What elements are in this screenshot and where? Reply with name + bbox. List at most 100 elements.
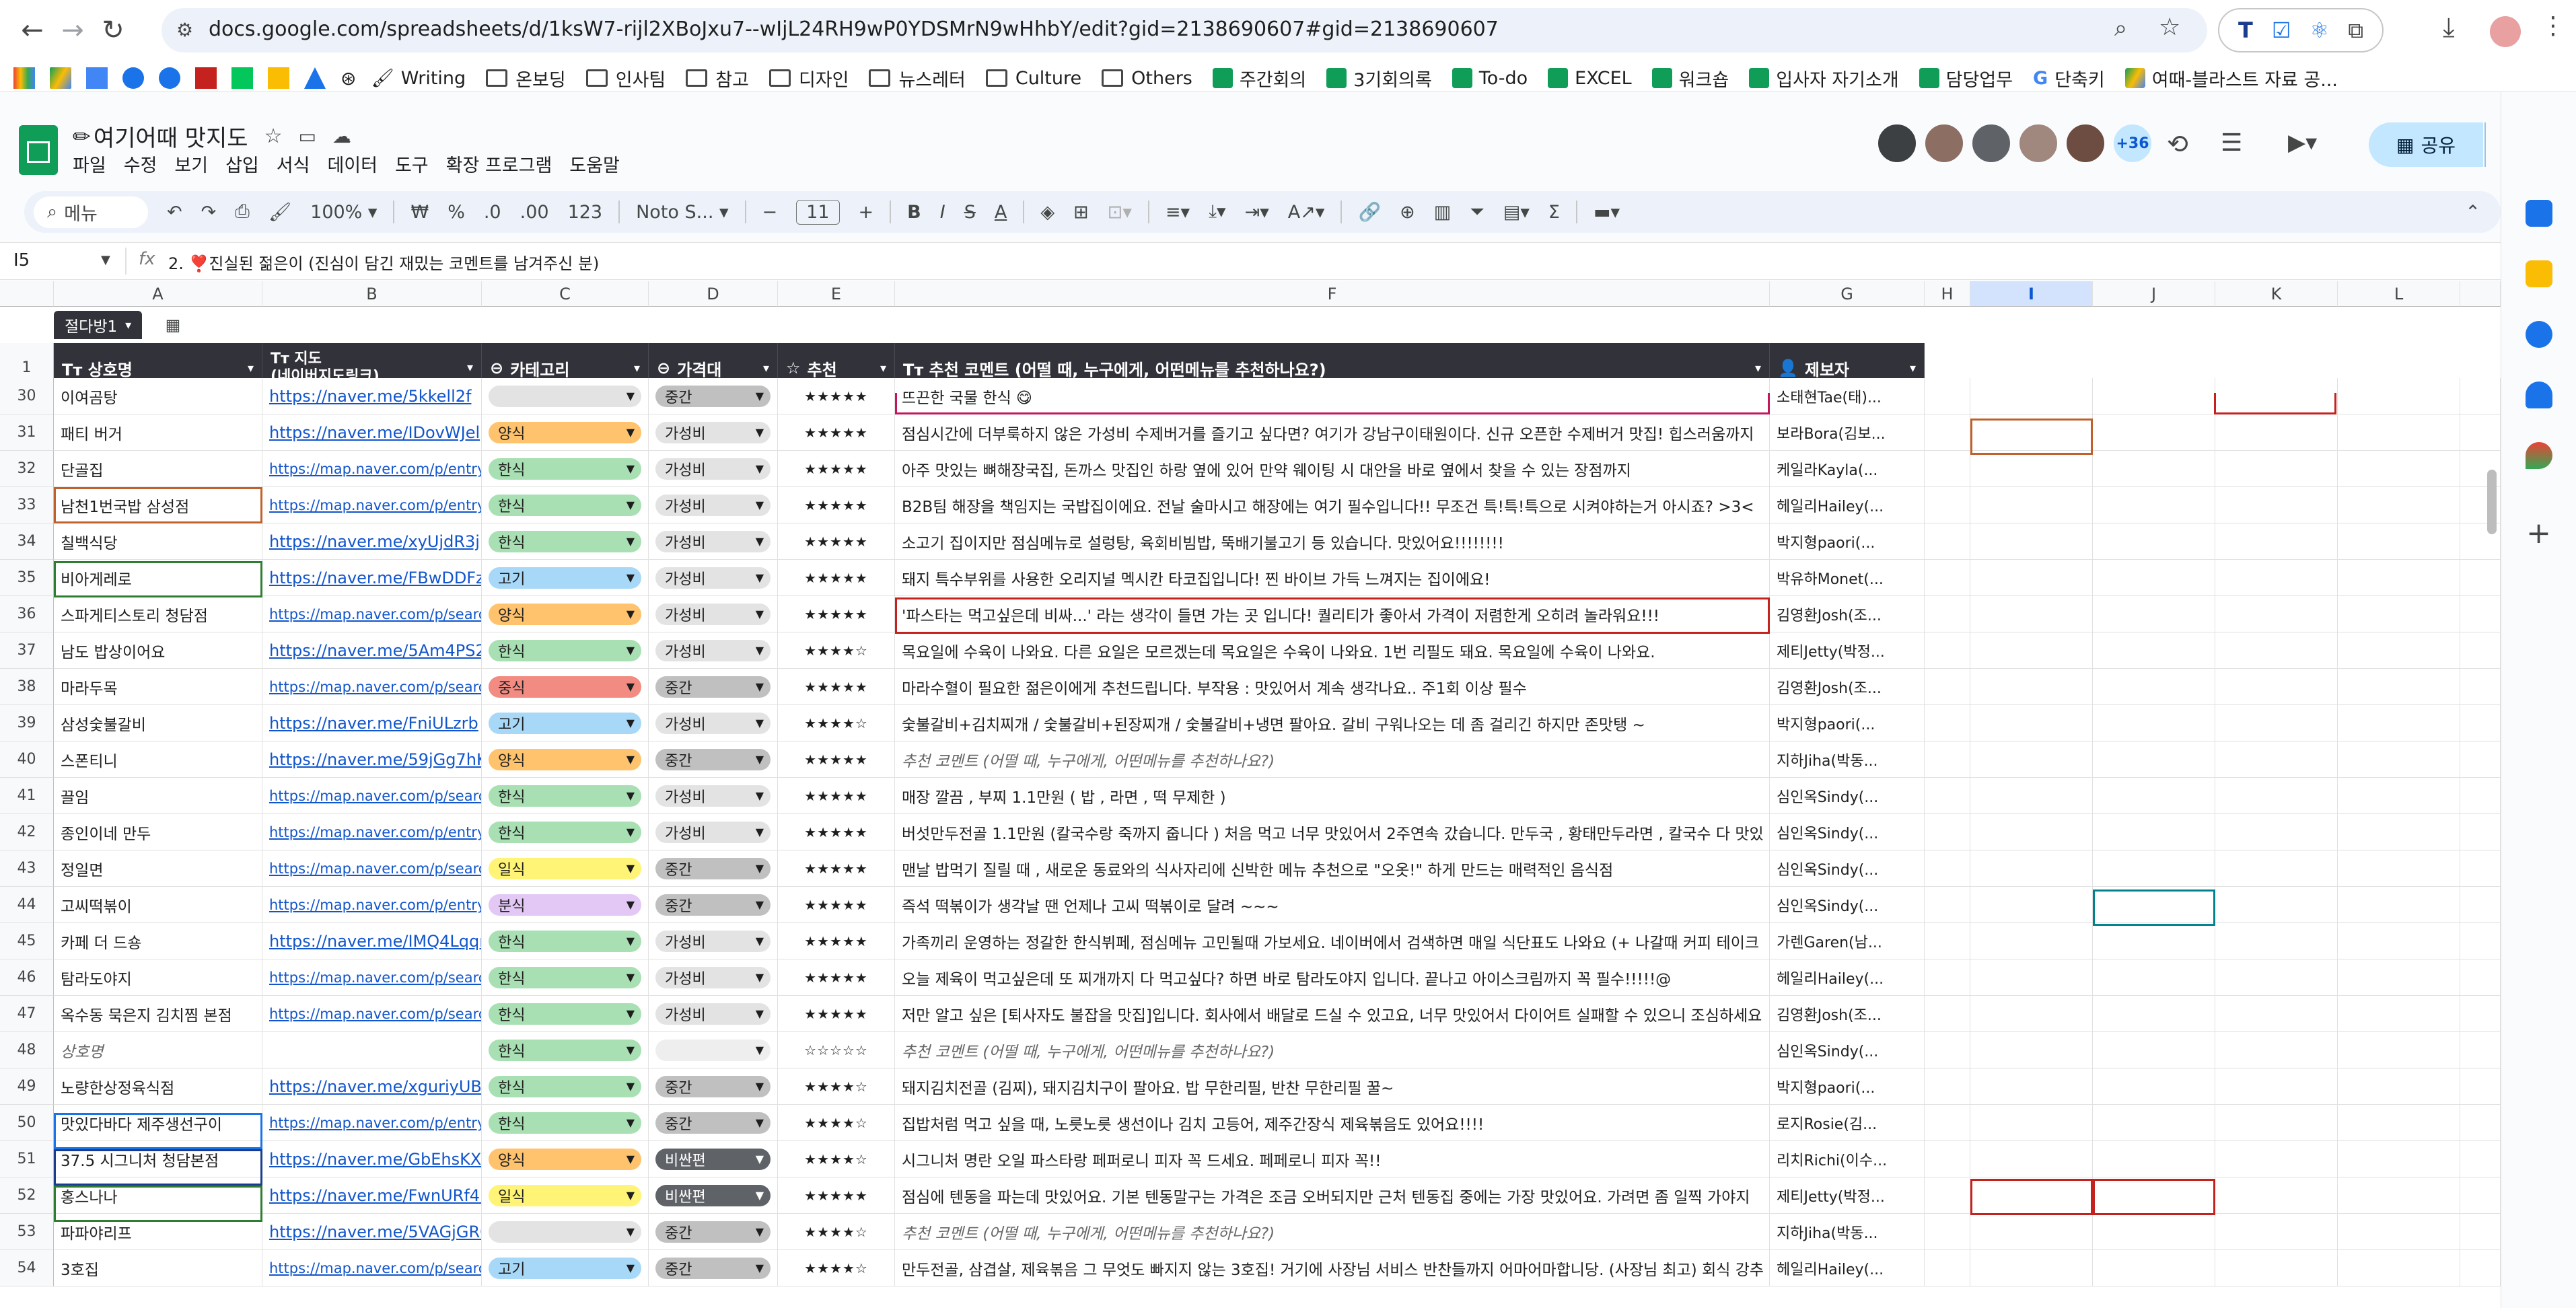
star-icon[interactable]: ☆: [264, 124, 283, 148]
row-header[interactable]: 54: [0, 1250, 54, 1286]
price-cell[interactable]: 중간 ▼: [649, 669, 778, 705]
category-chip[interactable]: 한식 ▼: [489, 639, 641, 661]
empty-cell[interactable]: [1925, 887, 1970, 923]
store-name-cell[interactable]: 탐라도야지: [54, 959, 262, 996]
map-link-cell[interactable]: https://naver.me/FwnURf4m: [262, 1177, 482, 1214]
store-name-cell[interactable]: 고씨떡볶이: [54, 887, 262, 923]
price-cell[interactable]: 가성비 ▼: [649, 778, 778, 814]
strikethrough-icon[interactable]: S: [964, 202, 976, 223]
row-header[interactable]: 34: [0, 523, 54, 560]
column-header-i[interactable]: I: [1970, 281, 2093, 307]
map-link-cell[interactable]: https://naver.me/5VAGjGRQ: [262, 1214, 482, 1250]
map-link-cell[interactable]: https://naver.me/5Am4PS2t: [262, 632, 482, 669]
bookmark-3rd-minutes[interactable]: 3기회의록: [1326, 63, 1432, 93]
store-name-cell[interactable]: 삼성숯불갈비: [54, 705, 262, 741]
row-header[interactable]: 30: [0, 378, 54, 414]
bold-icon[interactable]: B: [907, 202, 921, 223]
row-header[interactable]: 50: [0, 1105, 54, 1141]
empty-cell[interactable]: [2338, 741, 2460, 778]
category-chip[interactable]: ▼: [489, 385, 641, 407]
rating-cell[interactable]: ★★★★☆: [778, 1105, 895, 1141]
column-header-c[interactable]: C: [482, 281, 649, 307]
collaborator-count[interactable]: +36: [2112, 122, 2153, 164]
price-cell[interactable]: 가성비 ▼: [649, 451, 778, 487]
column-header-b[interactable]: B: [262, 281, 482, 307]
filter-table-tab[interactable]: 절다방1 ▾: [54, 311, 143, 339]
paint-format-icon[interactable]: 🖌: [269, 201, 291, 223]
collaborator-avatar[interactable]: [2065, 122, 2106, 164]
store-name-cell[interactable]: 마라두목: [54, 669, 262, 705]
price-chip[interactable]: 가성비 ▼: [655, 1003, 771, 1025]
version-history-icon[interactable]: ⟲: [2167, 129, 2188, 159]
functions-icon[interactable]: Σ: [1548, 202, 1560, 223]
empty-cell[interactable]: [1970, 414, 2093, 451]
empty-cell[interactable]: [2215, 887, 2338, 923]
sheets-logo-icon[interactable]: [19, 125, 58, 175]
category-chip[interactable]: 일식 ▼: [489, 857, 641, 879]
empty-cell[interactable]: [2093, 705, 2215, 741]
comment-cell[interactable]: 추천 코멘트 (어떨 때, 누구에게, 어떤메뉴를 추천하나요?): [895, 741, 1770, 778]
category-cell[interactable]: 양식 ▼: [482, 1141, 649, 1177]
empty-cell[interactable]: [2093, 1141, 2215, 1177]
openai-icon[interactable]: ⊛: [341, 67, 356, 89]
column-header-k[interactable]: K: [2215, 281, 2338, 307]
empty-cell[interactable]: [2093, 923, 2215, 959]
map-link-cell[interactable]: https://map.naver.com/p/entry/pla: [262, 814, 482, 850]
reporter-cell[interactable]: 심인옥Sindy(...: [1770, 1032, 1925, 1068]
font-size-increase-icon[interactable]: +: [859, 202, 874, 223]
empty-cell[interactable]: [1925, 669, 1970, 705]
category-cell[interactable]: 고기 ▼: [482, 705, 649, 741]
comment-cell[interactable]: 만두전골, 삼겹살, 제육볶음 그 무엇도 빠지지 않는 3호집! 거기에 사장…: [895, 1250, 1770, 1286]
price-cell[interactable]: 중간 ▼: [649, 1250, 778, 1286]
reporter-cell[interactable]: 보라Bora(김보...: [1770, 414, 1925, 451]
filter-icon[interactable]: ⏷: [1470, 201, 1484, 223]
empty-cell[interactable]: [2338, 451, 2460, 487]
price-chip[interactable]: 가성비 ▼: [655, 966, 771, 988]
empty-cell[interactable]: [2460, 887, 2501, 923]
map-link-cell[interactable]: https://map.naver.com/p/search/%: [262, 778, 482, 814]
row-header[interactable]: 47: [0, 996, 54, 1032]
reporter-cell[interactable]: 가렌Garen(남...: [1770, 923, 1925, 959]
empty-cell[interactable]: [2460, 923, 2501, 959]
empty-cell[interactable]: [1925, 741, 1970, 778]
empty-cell[interactable]: [2215, 741, 2338, 778]
menu-search[interactable]: ⌕ 메뉴: [34, 196, 148, 228]
price-chip[interactable]: 가성비 ▼: [655, 712, 771, 734]
row-header[interactable]: 42: [0, 814, 54, 850]
empty-cell[interactable]: [2093, 887, 2215, 923]
empty-cell[interactable]: [1970, 560, 2093, 596]
reporter-cell[interactable]: 리치Richi(이수...: [1770, 1141, 1925, 1177]
store-name-cell[interactable]: 파파야리프: [54, 1214, 262, 1250]
category-chip[interactable]: 한식 ▼: [489, 1039, 641, 1061]
menu-file[interactable]: 파일: [73, 151, 106, 177]
menu-format[interactable]: 서식: [277, 151, 310, 177]
empty-cell[interactable]: [1970, 887, 2093, 923]
empty-cell[interactable]: [1925, 632, 1970, 669]
empty-cell[interactable]: [2093, 1177, 2215, 1214]
comment-cell[interactable]: 추천 코멘트 (어떨 때, 누구에게, 어떤메뉴를 추천하나요?): [895, 1032, 1770, 1068]
contacts-side-icon[interactable]: [2525, 382, 2552, 408]
comment-cell[interactable]: 매장 깔끔 , 부찌 1.1만원 ( 밥 , 라면 , 떡 무제한 ): [895, 778, 1770, 814]
site-info-icon[interactable]: ⚙: [176, 19, 193, 41]
reporter-cell[interactable]: 김영환Josh(조...: [1770, 669, 1925, 705]
row-header[interactable]: 49: [0, 1068, 54, 1105]
store-name-cell[interactable]: 끌임: [54, 778, 262, 814]
menu-insert[interactable]: 삽입: [225, 151, 259, 177]
extension-react-icon[interactable]: ⚛: [2310, 17, 2330, 43]
store-name-cell[interactable]: 비아게레로: [54, 560, 262, 596]
category-chip[interactable]: 고기 ▼: [489, 1257, 641, 1279]
comments-icon[interactable]: ☰: [2221, 129, 2242, 157]
store-name-cell[interactable]: 남천1번국밥 삼성점: [54, 487, 262, 523]
row-header[interactable]: 41: [0, 778, 54, 814]
input-tools-icon[interactable]: ▬▾: [1594, 202, 1620, 223]
category-chip[interactable]: 한식 ▼: [489, 930, 641, 952]
rating-cell[interactable]: ★★★★☆: [778, 1250, 895, 1286]
bookmark-folder-others[interactable]: Others: [1102, 63, 1192, 93]
empty-cell[interactable]: [2215, 487, 2338, 523]
collaborator-avatar[interactable]: [1970, 122, 2012, 164]
column-header-d[interactable]: D: [649, 281, 778, 307]
map-link-cell[interactable]: https://naver.me/xyUjdR3j: [262, 523, 482, 560]
bookmark-folder-ref[interactable]: 참고: [686, 63, 749, 93]
category-cell[interactable]: ▼: [482, 1214, 649, 1250]
empty-cell[interactable]: [1925, 487, 1970, 523]
